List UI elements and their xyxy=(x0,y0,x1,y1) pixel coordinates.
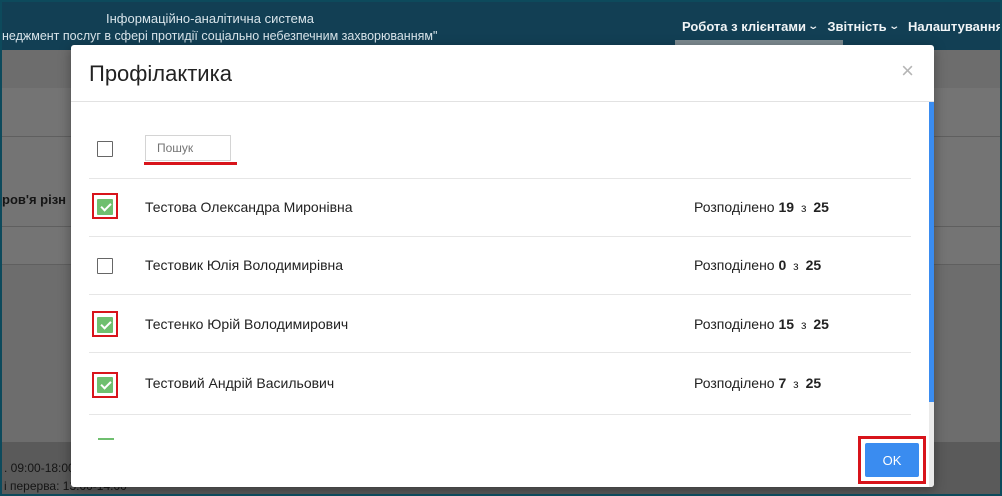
bg-footer-hours: . 09:00-18:00 xyxy=(4,461,75,475)
stats-of: з xyxy=(800,318,807,332)
row-checkbox[interactable] xyxy=(97,317,113,333)
row-checkbox[interactable] xyxy=(97,199,113,215)
nav-clients[interactable]: Робота з клієнтами ⌄ xyxy=(682,19,820,34)
list-item[interactable]: Тестовий Андрій Васильович Розподілено 7… xyxy=(89,353,911,415)
row-checkbox[interactable] xyxy=(97,258,113,274)
chevron-down-icon: ⌄ xyxy=(887,21,900,32)
main-nav: Робота з клієнтами ⌄ Звітність ⌄ Налашту… xyxy=(682,19,1002,34)
row-checkbox[interactable] xyxy=(97,377,113,393)
stats-distributed: 19 xyxy=(778,199,795,215)
person-name: Тестовий Андрій Васильович xyxy=(145,375,335,391)
stats-of: з xyxy=(793,259,799,273)
nav-settings[interactable]: Налаштування за xyxy=(907,19,1002,34)
stats-label: Розподілено xyxy=(694,316,775,332)
stats-total: 25 xyxy=(805,375,822,391)
distribution-stats: Розподілено 19 з 25 xyxy=(694,199,829,215)
list-item[interactable]: Тестенко Юрій Володимирович Розподілено … xyxy=(89,295,911,353)
stats-distributed: 0 xyxy=(778,257,787,273)
scrollbar-track[interactable] xyxy=(929,402,934,487)
chevron-down-icon: ⌄ xyxy=(807,21,820,32)
stats-label: Розподілено xyxy=(694,375,775,391)
modal-header: Профілактика × xyxy=(71,45,934,102)
search-highlight xyxy=(144,162,237,165)
next-row-checkbox-partial xyxy=(98,438,114,440)
person-name: Тестовик Юлія Володимирівна xyxy=(145,257,344,273)
stats-of: з xyxy=(793,377,799,391)
distribution-stats: Розподілено 0 з 25 xyxy=(694,257,821,273)
stats-total: 25 xyxy=(813,199,829,215)
stats-distributed: 15 xyxy=(778,316,795,332)
person-name: Тестова Олександра Миронівна xyxy=(145,199,353,215)
search-input[interactable] xyxy=(145,135,231,161)
list-item[interactable]: Тестова Олександра Миронівна Розподілено… xyxy=(89,179,911,237)
list-item[interactable]: Тестовик Юлія Володимирівна Розподілено … xyxy=(89,237,911,295)
stats-total: 25 xyxy=(805,257,822,273)
modal-title: Профілактика xyxy=(89,61,232,86)
distribution-stats: Розподілено 7 з 25 xyxy=(694,375,821,391)
nav-reports-label: Звітність xyxy=(827,19,887,34)
scrollbar-thumb[interactable] xyxy=(929,102,934,402)
stats-label: Розподілено xyxy=(694,199,775,215)
close-icon[interactable]: × xyxy=(901,60,914,82)
prevention-modal: Профілактика × Тестова Олександра Мироні… xyxy=(71,45,934,487)
app-title-line2: неджмент послуг в сфері протидії соціаль… xyxy=(2,29,438,43)
stats-label: Розподілено xyxy=(694,257,775,273)
nav-reports[interactable]: Звітність ⌄ xyxy=(827,19,900,34)
screen-frame: Інформаційно-аналітична система неджмент… xyxy=(0,0,1002,496)
nav-clients-label: Робота з клієнтами xyxy=(682,19,806,34)
app-header: Інформаційно-аналітична система неджмент… xyxy=(2,2,1000,50)
app-title-line1: Інформаційно-аналітична система xyxy=(106,11,315,26)
nav-settings-label: Налаштування за xyxy=(907,19,1002,34)
stats-of: з xyxy=(800,201,807,215)
stats-distributed: 7 xyxy=(778,375,787,391)
ok-button[interactable]: OK xyxy=(865,443,919,477)
select-all-checkbox[interactable] xyxy=(97,141,113,157)
distribution-stats: Розподілено 15 з 25 xyxy=(694,316,829,332)
person-name: Тестенко Юрій Володимирович xyxy=(145,316,349,332)
stats-total: 25 xyxy=(813,316,829,332)
bg-heading: ров'я різн xyxy=(2,192,67,207)
